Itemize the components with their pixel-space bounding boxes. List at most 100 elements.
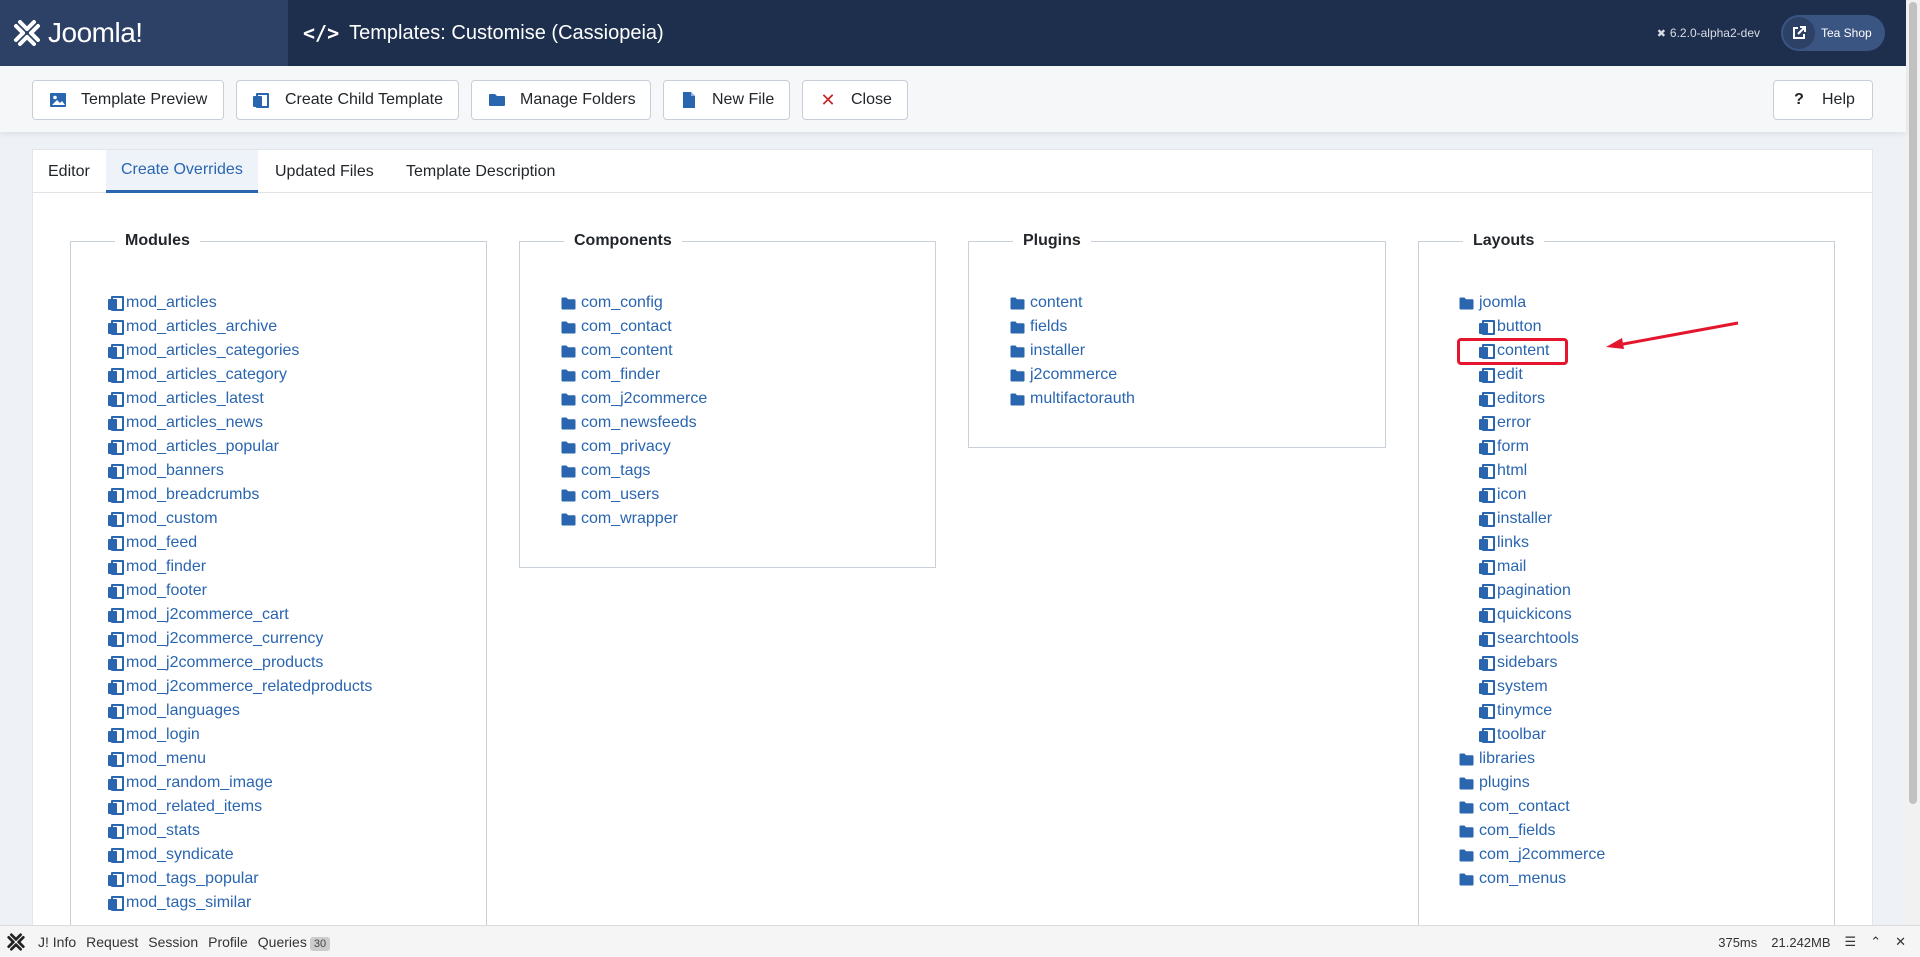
debug-profile-tab[interactable]: Profile bbox=[208, 934, 248, 950]
module-item[interactable]: mod_related_items bbox=[108, 795, 372, 819]
module-item[interactable]: mod_banners bbox=[108, 459, 372, 483]
module-item[interactable]: mod_breadcrumbs bbox=[108, 483, 372, 507]
template-preview-button[interactable]: Template Preview bbox=[32, 80, 224, 120]
module-item[interactable]: mod_random_image bbox=[108, 771, 372, 795]
module-item[interactable]: mod_feed bbox=[108, 531, 372, 555]
layout-item[interactable]: editors bbox=[1459, 387, 1605, 411]
layout-item[interactable]: installer bbox=[1459, 507, 1605, 531]
file-copy-icon bbox=[1479, 631, 1495, 647]
layout-folder[interactable]: plugins bbox=[1459, 771, 1605, 795]
tab-template-description[interactable]: Template Description bbox=[391, 150, 570, 193]
page-scrollbar[interactable] bbox=[1906, 0, 1920, 925]
top-header: Joomla! </> Templates: Customise (Cassio… bbox=[0, 0, 1906, 66]
layout-item[interactable]: edit bbox=[1459, 363, 1605, 387]
debug-info-tab[interactable]: J! Info bbox=[38, 934, 76, 950]
plugin-item[interactable]: installer bbox=[1010, 339, 1135, 363]
module-item[interactable]: mod_stats bbox=[108, 819, 372, 843]
close-button[interactable]: ✕ Close bbox=[802, 80, 908, 120]
debug-request-tab[interactable]: Request bbox=[86, 934, 138, 950]
component-item[interactable]: com_j2commerce bbox=[561, 387, 707, 411]
plugin-item[interactable]: multifactorauth bbox=[1010, 387, 1135, 411]
module-item[interactable]: mod_menu bbox=[108, 747, 372, 771]
new-file-button[interactable]: New File bbox=[663, 80, 790, 120]
module-item[interactable]: mod_articles_popular bbox=[108, 435, 372, 459]
module-item[interactable]: mod_languages bbox=[108, 699, 372, 723]
layout-item[interactable]: error bbox=[1459, 411, 1605, 435]
scrollbar-thumb[interactable] bbox=[1909, 2, 1917, 804]
tab-create-overrides[interactable]: Create Overrides bbox=[106, 150, 258, 193]
layout-folder[interactable]: com_contact bbox=[1459, 795, 1605, 819]
manage-folders-button[interactable]: Manage Folders bbox=[471, 80, 651, 120]
component-item[interactable]: com_contact bbox=[561, 315, 707, 339]
component-item[interactable]: com_config bbox=[561, 291, 707, 315]
layout-item[interactable]: links bbox=[1459, 531, 1605, 555]
layout-item[interactable]: tinymce bbox=[1459, 699, 1605, 723]
component-item[interactable]: com_newsfeeds bbox=[561, 411, 707, 435]
component-item[interactable]: com_finder bbox=[561, 363, 707, 387]
layout-item[interactable]: pagination bbox=[1459, 579, 1605, 603]
layout-folder[interactable]: com_j2commerce bbox=[1459, 843, 1605, 867]
item-label: plugins bbox=[1479, 774, 1530, 791]
layout-item[interactable]: sidebars bbox=[1459, 651, 1605, 675]
layout-folder[interactable]: com_fields bbox=[1459, 819, 1605, 843]
create-child-template-button[interactable]: Create Child Template bbox=[236, 80, 459, 120]
module-item[interactable]: mod_articles bbox=[108, 291, 372, 315]
joomla-debug-icon[interactable] bbox=[6, 932, 34, 952]
layout-item[interactable]: quickicons bbox=[1459, 603, 1605, 627]
layout-folder[interactable]: libraries bbox=[1459, 747, 1605, 771]
joomla-logo[interactable]: Joomla! bbox=[0, 0, 288, 66]
debug-close-icon[interactable]: ✕ bbox=[1895, 934, 1906, 950]
module-item[interactable]: mod_j2commerce_products bbox=[108, 651, 372, 675]
plugin-item[interactable]: j2commerce bbox=[1010, 363, 1135, 387]
module-item[interactable]: mod_j2commerce_cart bbox=[108, 603, 372, 627]
component-item[interactable]: com_users bbox=[561, 483, 707, 507]
module-item[interactable]: mod_articles_news bbox=[108, 411, 372, 435]
layout-item[interactable]: searchtools bbox=[1459, 627, 1605, 651]
debug-queries-tab[interactable]: Queries 30 bbox=[258, 934, 331, 951]
tab-editor[interactable]: Editor bbox=[33, 150, 105, 193]
layout-item[interactable]: form bbox=[1459, 435, 1605, 459]
module-item[interactable]: mod_articles_categories bbox=[108, 339, 372, 363]
module-item[interactable]: mod_tags_popular bbox=[108, 867, 372, 891]
item-label: mod_breadcrumbs bbox=[126, 486, 260, 503]
debug-settings-icon[interactable]: ☰ bbox=[1845, 934, 1857, 950]
component-item[interactable]: com_tags bbox=[561, 459, 707, 483]
file-copy-icon bbox=[108, 439, 124, 455]
create-child-label: Create Child Template bbox=[285, 91, 444, 108]
module-item[interactable]: mod_articles_latest bbox=[108, 387, 372, 411]
file-copy-icon bbox=[108, 391, 124, 407]
layout-item[interactable]: icon bbox=[1459, 483, 1605, 507]
layout-item[interactable]: toolbar bbox=[1459, 723, 1605, 747]
module-item[interactable]: mod_custom bbox=[108, 507, 372, 531]
file-copy-icon bbox=[1479, 367, 1495, 383]
module-item[interactable]: mod_login bbox=[108, 723, 372, 747]
module-item[interactable]: mod_articles_archive bbox=[108, 315, 372, 339]
site-link-button[interactable]: Tea Shop bbox=[1781, 15, 1885, 51]
item-label: mod_login bbox=[126, 726, 200, 743]
module-item[interactable]: mod_finder bbox=[108, 555, 372, 579]
component-item[interactable]: com_privacy bbox=[561, 435, 707, 459]
component-item[interactable]: com_content bbox=[561, 339, 707, 363]
layout-folder[interactable]: com_menus bbox=[1459, 867, 1605, 891]
file-copy-icon bbox=[1479, 679, 1495, 695]
file-copy-icon bbox=[108, 703, 124, 719]
plugin-item[interactable]: content bbox=[1010, 291, 1135, 315]
layout-item[interactable]: html bbox=[1459, 459, 1605, 483]
module-item[interactable]: mod_tags_similar bbox=[108, 891, 372, 915]
help-button[interactable]: ? Help bbox=[1773, 80, 1873, 120]
tab-updated-files[interactable]: Updated Files bbox=[260, 150, 389, 193]
module-item[interactable]: mod_syndicate bbox=[108, 843, 372, 867]
item-label: mod_articles_latest bbox=[126, 390, 264, 407]
layout-item[interactable]: mail bbox=[1459, 555, 1605, 579]
layout-item[interactable]: system bbox=[1459, 675, 1605, 699]
debug-session-tab[interactable]: Session bbox=[148, 934, 198, 950]
module-item[interactable]: mod_articles_category bbox=[108, 363, 372, 387]
module-item[interactable]: mod_footer bbox=[108, 579, 372, 603]
layout-item[interactable]: button bbox=[1459, 315, 1605, 339]
layout-folder-joomla[interactable]: joomla bbox=[1459, 291, 1605, 315]
debug-expand-icon[interactable]: ⌃ bbox=[1870, 934, 1881, 950]
module-item[interactable]: mod_j2commerce_currency bbox=[108, 627, 372, 651]
component-item[interactable]: com_wrapper bbox=[561, 507, 707, 531]
module-item[interactable]: mod_j2commerce_relatedproducts bbox=[108, 675, 372, 699]
plugin-item[interactable]: fields bbox=[1010, 315, 1135, 339]
